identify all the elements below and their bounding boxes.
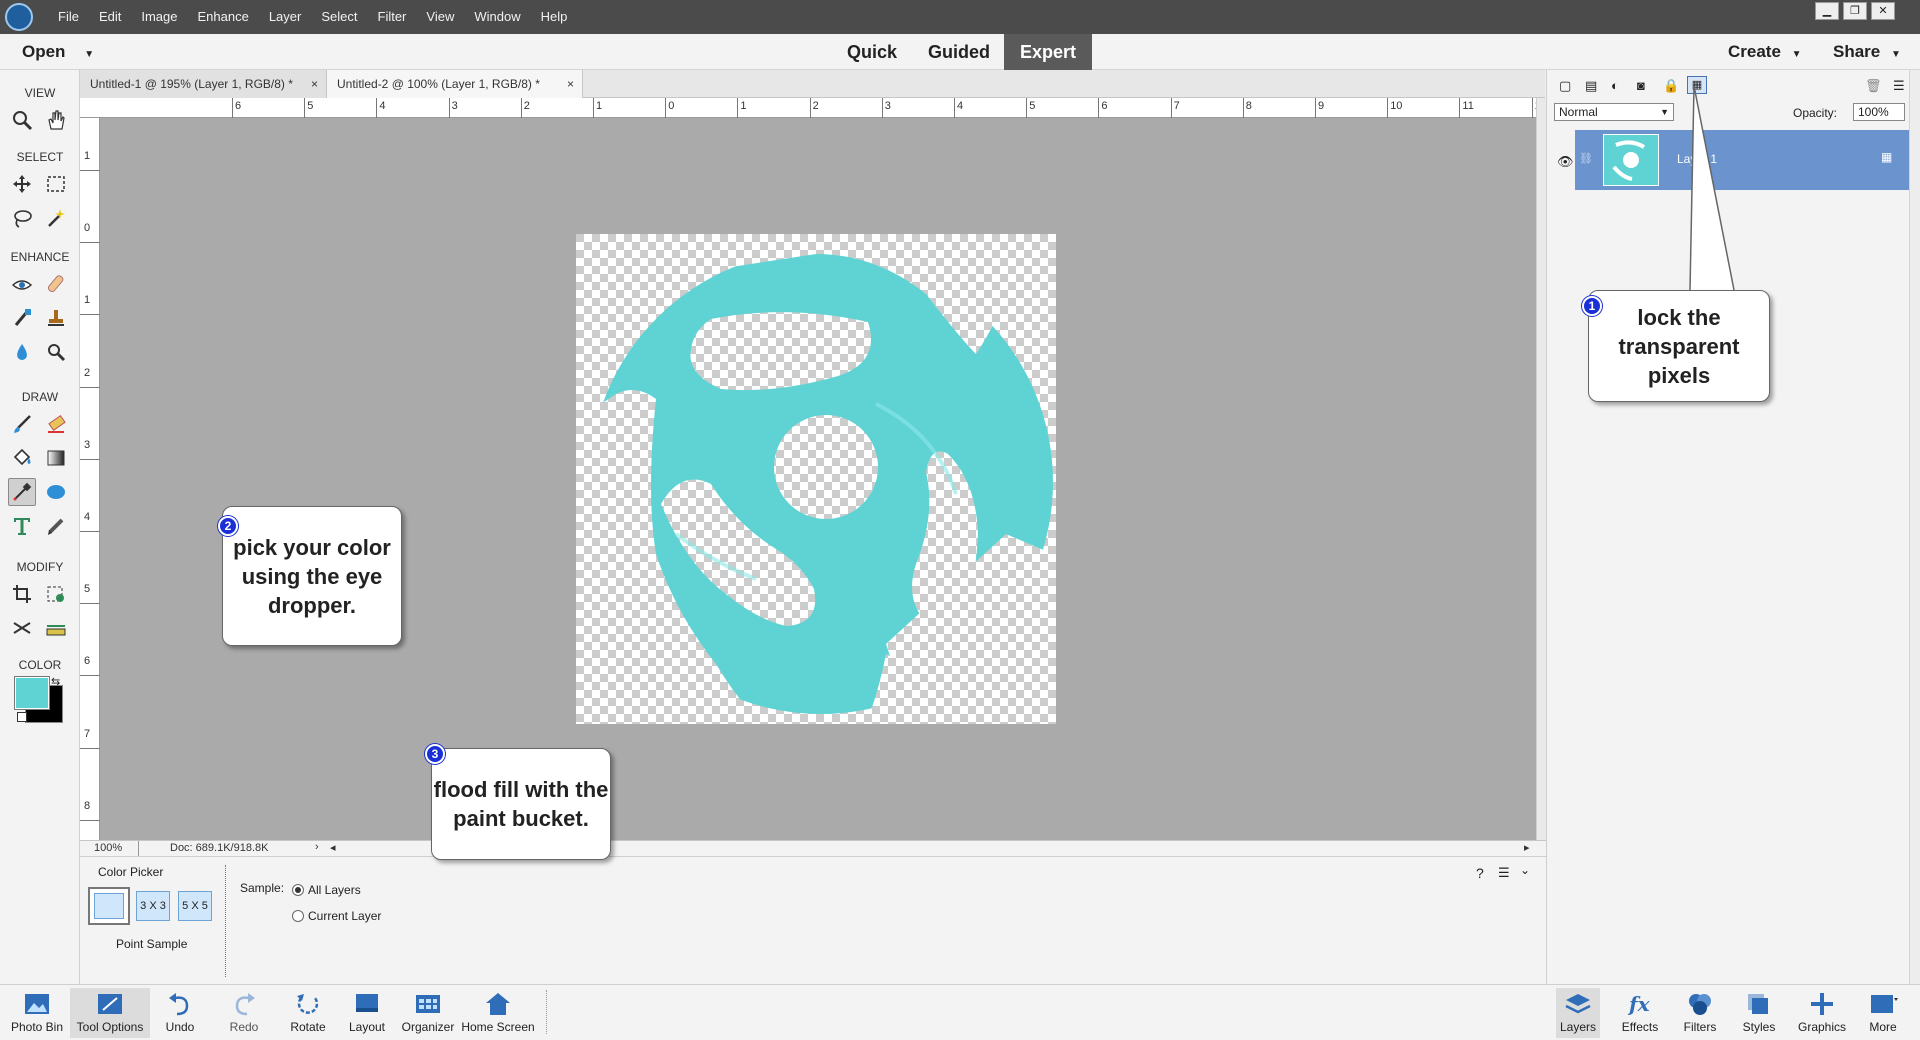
layers-icon <box>1565 994 1591 1014</box>
styles-button[interactable]: Styles <box>1734 988 1784 1038</box>
tool-options-button[interactable]: Tool Options <box>70 988 150 1038</box>
layout-icon <box>356 994 378 1012</box>
callout-badge-1: 1 <box>1582 296 1602 316</box>
svg-text:fx: fx <box>1627 992 1651 1016</box>
effects-button[interactable]: fx Effects <box>1612 988 1668 1038</box>
rotate-icon <box>297 994 319 1014</box>
organizer-button[interactable]: Organizer <box>398 988 458 1038</box>
undo-button[interactable]: Undo <box>154 988 206 1038</box>
tool-options-icon <box>98 994 122 1014</box>
redo-icon <box>235 993 255 1016</box>
fx-icon: fx <box>1627 992 1651 1016</box>
photo-bin-icon <box>25 994 49 1014</box>
rotate-button[interactable]: Rotate <box>280 988 336 1038</box>
home-screen-button[interactable]: Home Screen <box>460 988 536 1038</box>
redo-button[interactable]: Redo <box>218 988 270 1038</box>
callout-badge-2: 2 <box>218 516 238 536</box>
callout-lock-transparent: lock the transparent pixels <box>1588 290 1770 402</box>
organizer-icon <box>416 995 440 1013</box>
home-icon <box>486 993 510 1015</box>
more-icon <box>1871 995 1898 1013</box>
more-button[interactable]: More <box>1860 988 1906 1038</box>
callout-badge-3: 3 <box>425 744 445 764</box>
photo-bin-button[interactable]: Photo Bin <box>4 988 70 1038</box>
styles-icon <box>1748 994 1768 1014</box>
callout-eye-dropper: pick your color using the eye dropper. <box>222 506 402 646</box>
filters-button[interactable]: Filters <box>1672 988 1728 1038</box>
callout-paint-bucket: flood fill with the paint bucket. <box>431 748 611 860</box>
filters-icon <box>1689 994 1711 1015</box>
undo-icon <box>169 993 189 1016</box>
layers-button[interactable]: Layers <box>1556 988 1600 1038</box>
plus-icon <box>1811 993 1833 1015</box>
divider <box>546 990 547 1034</box>
layout-button[interactable]: Layout <box>342 988 392 1038</box>
graphics-button[interactable]: Graphics <box>1794 988 1850 1038</box>
